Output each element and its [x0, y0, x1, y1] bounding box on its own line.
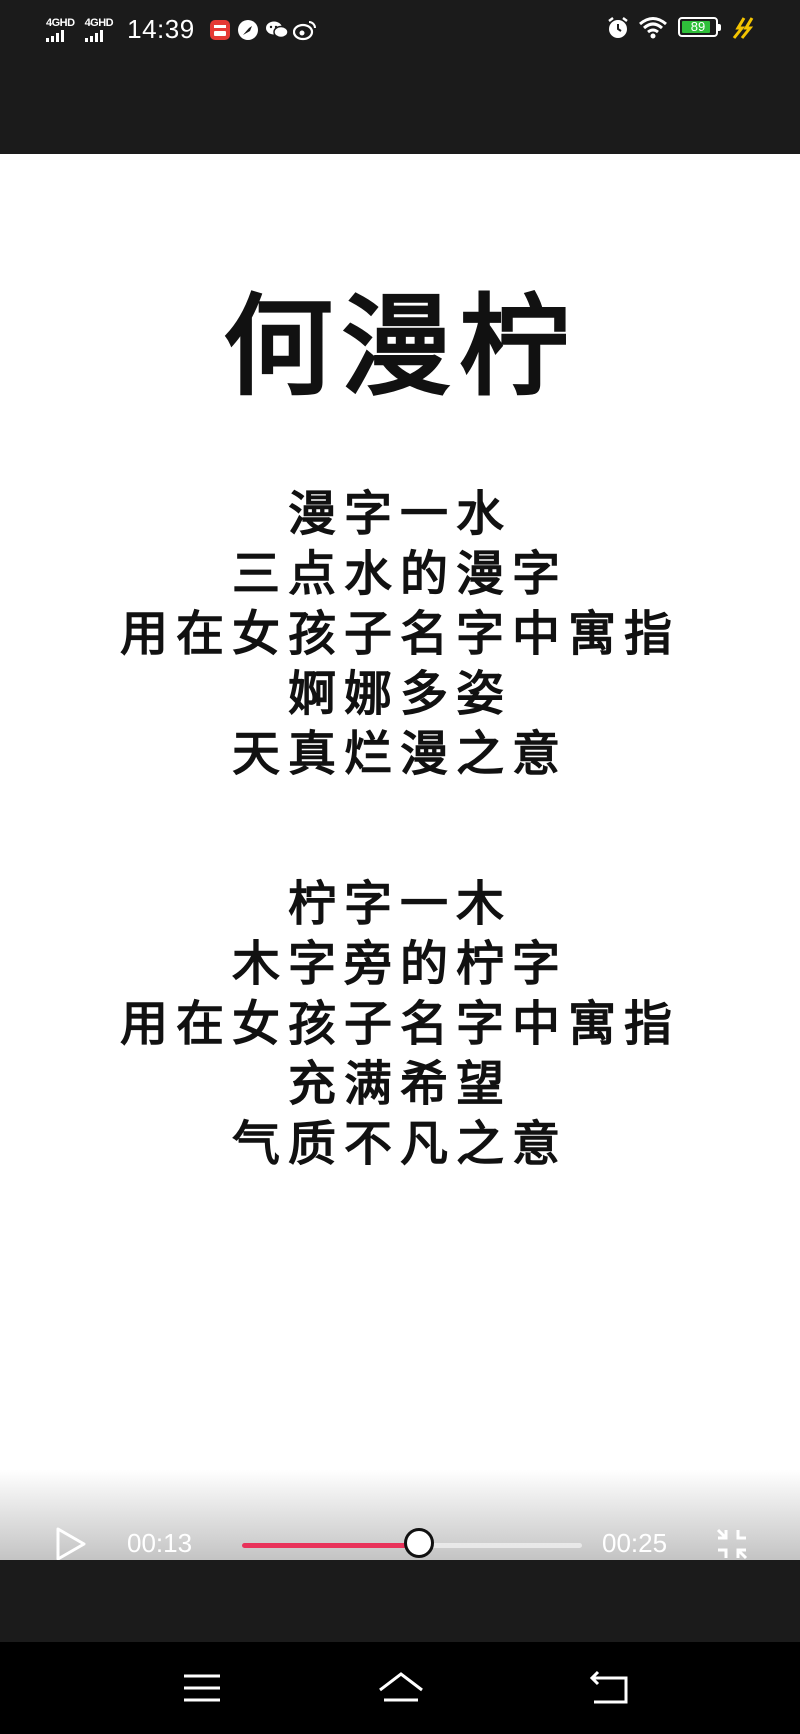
- progress-fill: [242, 1543, 419, 1548]
- progress-thumb[interactable]: [403, 1528, 434, 1558]
- player-controls: 00:13 00:25: [0, 1470, 800, 1562]
- weibo-icon: [292, 19, 316, 41]
- video-title: 何漫柠: [223, 282, 577, 411]
- app-notification-icon: [209, 19, 231, 41]
- stanza-line: 三点水的漫字: [231, 546, 568, 602]
- stanza-line: 木字旁的柠字: [231, 936, 568, 992]
- signal-icon: 4GHD: [84, 16, 114, 42]
- stanza-line: 气质不凡之意: [231, 1116, 568, 1172]
- play-icon[interactable]: [50, 1524, 90, 1564]
- compass-app-icon: [237, 19, 259, 41]
- signal-icon: 4GHD: [46, 16, 75, 42]
- status-right: 89: [606, 16, 758, 39]
- status-time: 14:39: [127, 14, 195, 44]
- signal-label: 4GHD: [84, 16, 114, 29]
- total-time: 00:25: [602, 1528, 668, 1558]
- signal-label: 4GHD: [46, 16, 75, 29]
- stanza-line: 充满希望: [287, 1056, 512, 1112]
- stanza-line: 漫字一水: [287, 486, 512, 542]
- stanza-first-char: 漫字一水 三点水的漫字 用在女孩子名字中寓指 婀娜多姿 天真烂漫之意: [0, 484, 800, 784]
- back-icon[interactable]: [588, 1668, 632, 1708]
- stanza-line: 用在女孩子名字中寓指: [119, 606, 680, 662]
- alarm-icon: [606, 16, 628, 38]
- stanza-line: 天真烂漫之意: [231, 726, 568, 782]
- video-letterbox: [0, 1560, 800, 1642]
- current-time: 00:13: [127, 1528, 193, 1558]
- battery-icon: 89: [678, 17, 721, 37]
- menu-icon[interactable]: [180, 1668, 224, 1708]
- wifi-icon: [638, 16, 668, 39]
- exit-fullscreen-icon[interactable]: [714, 1526, 750, 1562]
- stanza-second-char: 柠字一木 木字旁的柠字 用在女孩子名字中寓指 充满希望 气质不凡之意: [0, 874, 800, 1174]
- stanza-line: 用在女孩子名字中寓指: [119, 996, 680, 1052]
- home-icon[interactable]: [376, 1668, 426, 1708]
- stanza-line: 柠字一木: [287, 876, 512, 932]
- stanza-line: 婀娜多姿: [287, 666, 512, 722]
- video-frame[interactable]: 何漫柠 漫字一水 三点水的漫字 用在女孩子名字中寓指 婀娜多姿 天真烂漫之意 柠…: [0, 154, 800, 1560]
- system-nav-bar: [0, 1642, 800, 1734]
- wechat-icon: [265, 19, 289, 41]
- status-bar: 4GHD 4GHD 14:39 89: [0, 0, 800, 154]
- progress-track[interactable]: [242, 1528, 582, 1558]
- battery-level-text: 89: [690, 19, 706, 34]
- status-left: 4GHD 4GHD 14:39: [46, 14, 316, 45]
- charging-icon: [728, 16, 758, 39]
